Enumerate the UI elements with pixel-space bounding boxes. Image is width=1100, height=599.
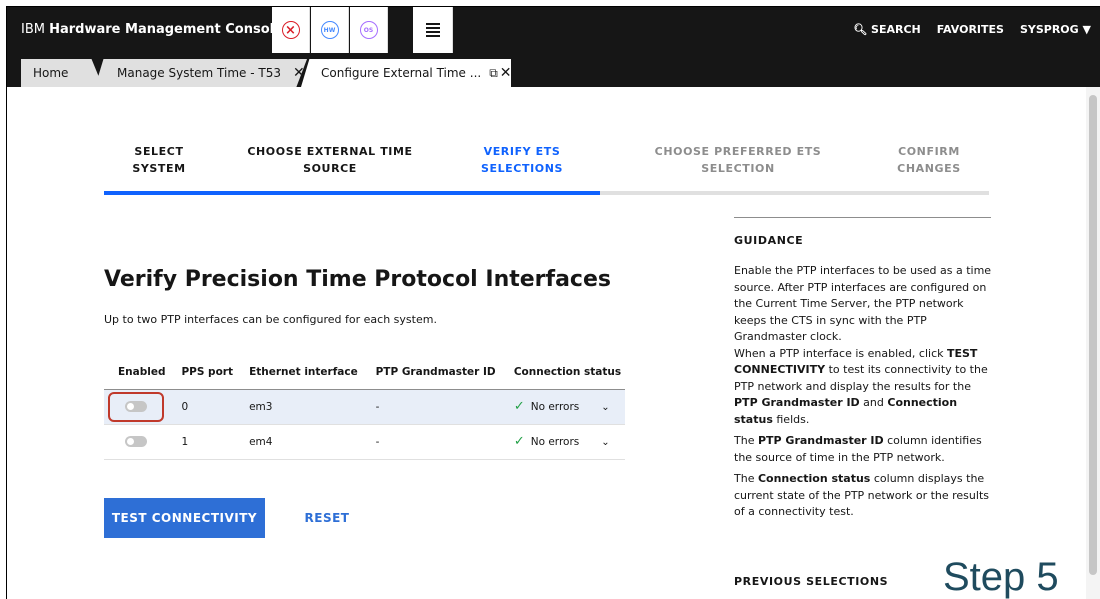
reset-button[interactable]: RESET [277,498,377,538]
status-cell: ✓ No errors ⌄ [499,389,625,425]
close-icon[interactable]: ✕ [293,65,305,81]
tab-configure-external-time[interactable]: Configure External Time ... ⧉ ✕ [301,59,511,87]
divider [734,217,991,218]
scrollbar-thumb[interactable] [1089,95,1097,575]
app-title: IBM Hardware Management Console [21,22,283,37]
col-ethernet-interface: Ethernet interface [235,355,362,390]
hardware-button[interactable]: HW [311,7,349,53]
progress-fill [104,191,600,195]
grandmaster-cell: - [361,389,500,425]
checkmark-icon: ✓ [513,399,525,414]
chevron-down-icon[interactable]: ⌄ [601,402,609,413]
window: IBM Hardware Management Console × HW OS … [6,6,1100,599]
step-select-system[interactable]: SELECT SYSTEM [104,143,214,177]
enable-toggle[interactable] [108,427,164,457]
hw-circle-icon: HW [320,21,339,39]
col-pps-port: PPS port [167,355,236,390]
table-row[interactable]: 1 em4 - ✓ No errors ⌄ [104,424,625,460]
grandmaster-cell: - [361,424,500,460]
toggle-switch [125,436,147,447]
header-actions: 🔍︎ SEARCH FAVORITES SYSPROG ▼ [853,23,1091,36]
page-subtitle: Up to two PTP interfaces can be configur… [104,313,437,326]
toggle-switch [125,401,147,412]
step-confirm-changes: CONFIRM CHANGES [897,145,961,175]
step-overlay-label: Step 5 [943,555,1059,599]
pps-port-cell: 1 [167,424,236,460]
chevron-down-icon[interactable]: ⌄ [601,437,609,448]
ethernet-cell: em4 [235,424,362,460]
ptp-interfaces-table: Enabled PPS port Ethernet interface PTP … [104,355,625,460]
col-enabled: Enabled [104,355,168,390]
guidance-heading: GUIDANCE [734,234,804,247]
ethernet-cell: em3 [235,389,362,425]
status-cell: ✓ No errors ⌄ [499,424,625,460]
tab-bar: Home Manage System Time - T53 ✕ Configur… [7,53,1100,87]
favorites-link[interactable]: FAVORITES [937,23,1004,36]
launch-icon[interactable]: ⧉ [489,66,498,81]
task-list-icon [425,21,440,39]
guidance-text: Enable the PTP interfaces to be used as … [734,264,992,518]
close-icon[interactable]: ✕ [500,65,511,81]
page-title: Verify Precision Time Protocol Interface… [104,267,611,292]
os-button[interactable]: OS [350,7,388,53]
user-menu[interactable]: SYSPROG ▼ [1020,23,1091,36]
step-verify-ets-selections[interactable]: VERIFY ETS SELECTIONS [462,143,582,177]
main-content: SELECT SYSTEM CHOOSE EXTERNAL TIME SOURC… [7,87,1087,599]
tab-home[interactable]: Home [21,59,103,87]
errors-button[interactable]: × [272,7,310,53]
table-header-row: Enabled PPS port Ethernet interface PTP … [104,355,625,390]
checkmark-icon: ✓ [513,434,525,449]
step-choose-preferred-ets: CHOOSE PREFERRED ETS SELECTION [654,145,822,175]
caret-down-icon: ▼ [1082,23,1091,36]
step-choose-external-time-source[interactable]: CHOOSE EXTERNAL TIME SOURCE [235,143,425,177]
task-list-button[interactable] [413,7,453,53]
col-connection-status: Connection status [499,355,625,390]
vertical-scrollbar[interactable] [1086,87,1100,599]
tab-manage-system-time[interactable]: Manage System Time - T53 ✕ [95,59,307,87]
previous-selections-heading: PREVIOUS SELECTIONS [734,575,889,588]
os-circle-icon: OS [359,21,378,39]
table-row[interactable]: 0 em3 - ✓ No errors ⌄ [104,389,625,425]
enable-toggle[interactable] [108,391,164,422]
top-header: IBM Hardware Management Console × HW OS … [7,7,1100,53]
search-link[interactable]: 🔍︎ SEARCH [853,23,921,36]
test-connectivity-button[interactable]: TEST CONNECTIVITY [104,498,265,538]
pps-port-cell: 0 [167,389,236,425]
search-icon: 🔍︎ [853,23,868,36]
col-ptp-grandmaster-id: PTP Grandmaster ID [361,355,500,390]
error-circle-icon: × [281,21,300,39]
